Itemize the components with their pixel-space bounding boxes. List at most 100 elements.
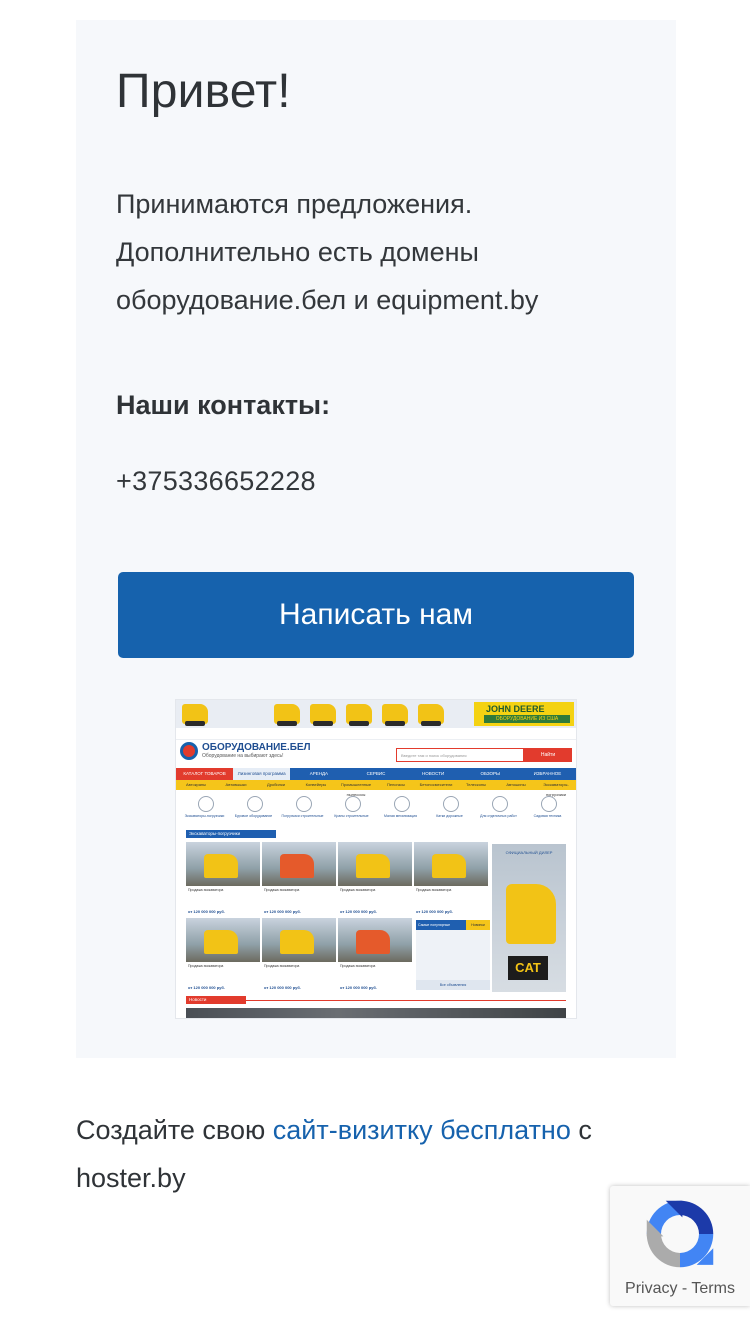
category-icon: Краны строительные bbox=[327, 792, 376, 828]
loader-image bbox=[506, 884, 556, 944]
logo-tagline: Оборудование на выбирают здесь! bbox=[202, 753, 284, 759]
product-price: от 120 000 000 руб. bbox=[416, 909, 453, 914]
free-site-link[interactable]: сайт-визитку бесплатно bbox=[273, 1115, 571, 1145]
machine-icon bbox=[382, 704, 408, 726]
preview-nav-main: КАТАЛОГ ТОВАРОВ Лизинговая программа АРЕ… bbox=[176, 768, 576, 780]
preview-search: Введите там и поиск оборудования bbox=[396, 748, 524, 762]
nav-item: Дробилки bbox=[266, 782, 285, 787]
privacy-link[interactable]: Privacy bbox=[625, 1280, 677, 1297]
machine-icon bbox=[310, 704, 336, 726]
john-deere-ad: JOHN DEERE ОБОРУДОВАНИЕ ИЗ США bbox=[474, 702, 574, 726]
nav-item: АРЕНДА bbox=[309, 771, 328, 776]
product-price: от 120 000 000 руб. bbox=[340, 909, 377, 914]
logo-name: ОБОРУДОВАНИЕ.БЕЛ bbox=[202, 742, 311, 753]
nav-item: СЕРВИС bbox=[366, 771, 386, 776]
nav-item: Конвейеры bbox=[305, 782, 327, 787]
nav-item: НОВОСТИ bbox=[422, 771, 445, 776]
product-card: Продажа экскаватора от 120 000 000 руб. bbox=[338, 842, 412, 916]
category-icon: Буровое оборудование bbox=[229, 792, 278, 828]
product-image bbox=[262, 918, 336, 962]
category-label: Малая механизация bbox=[384, 814, 417, 818]
category-label: Для отделочных работ bbox=[480, 814, 517, 818]
category-icon: Садовая техника bbox=[523, 792, 572, 828]
preview-nav-secondary: Автокраны Автовышки Дробилки Конвейеры П… bbox=[176, 780, 576, 797]
product-image bbox=[338, 918, 412, 962]
website-screenshot: JOHN DEERE ОБОРУДОВАНИЕ ИЗ США ОБОРУДОВА… bbox=[176, 700, 576, 1018]
product-image bbox=[262, 842, 336, 886]
recaptcha-icon bbox=[646, 1200, 714, 1268]
product-price: от 120 000 000 руб. bbox=[264, 985, 301, 990]
write-us-button[interactable]: Написать нам bbox=[118, 572, 634, 658]
category-label: Погрузчики строительные bbox=[281, 814, 324, 818]
product-card: Продажа экскаватора от 120 000 000 руб. bbox=[338, 918, 412, 992]
product-price: от 120 000 000 руб. bbox=[188, 909, 225, 914]
recaptcha-badge[interactable]: Privacy - Terms bbox=[610, 1186, 750, 1306]
category-label: Буровое оборудование bbox=[234, 814, 273, 818]
preview-banner: JOHN DEERE ОБОРУДОВАНИЕ ИЗ США bbox=[176, 700, 576, 728]
category-label: Экскаваторы-погрузчики bbox=[184, 814, 225, 818]
product-image bbox=[186, 842, 260, 886]
category-label: Катки дорожные bbox=[436, 814, 463, 818]
nav-item: Бетоносмесители bbox=[419, 782, 453, 787]
preview-news-title: Новости bbox=[186, 996, 246, 1004]
category-icon: Погрузчики строительные bbox=[278, 792, 327, 828]
ad-brand: JOHN DEERE bbox=[486, 704, 545, 714]
product-title: Продажа экскаватора bbox=[188, 888, 224, 892]
product-title: Продажа экскаватора bbox=[416, 888, 452, 892]
product-title: Продажа экскаватора bbox=[340, 964, 376, 968]
preview-news-strip bbox=[186, 1008, 566, 1018]
product-price: от 120 000 000 руб. bbox=[340, 985, 377, 990]
nav-item: Лизинговая программа bbox=[233, 768, 291, 780]
contacts-heading: Наши контакты: bbox=[116, 390, 331, 420]
preview-cat-ad: ОФИЦИАЛЬНЫЙ ДИЛЕР CAT bbox=[492, 844, 566, 992]
product-title: Продажа экскаватора bbox=[264, 888, 300, 892]
ad-tagline: ОБОРУДОВАНИЕ ИЗ США bbox=[484, 715, 570, 723]
terms-link[interactable]: Terms bbox=[691, 1280, 735, 1297]
preview-topline bbox=[176, 730, 576, 740]
nav-item: Промышленные пылесосы bbox=[340, 782, 372, 797]
product-title: Продажа экскаватора bbox=[264, 964, 300, 968]
product-card: Продажа экскаватора от 120 000 000 руб. bbox=[262, 842, 336, 916]
nav-item: ИЗБРАННОЕ bbox=[533, 771, 562, 776]
machine-icon bbox=[346, 704, 372, 726]
nav-item: КАТАЛОГ ТОВАРОВ bbox=[176, 768, 234, 780]
product-image bbox=[338, 842, 412, 886]
preview-popular-box: Самые популярные Новинки Все объявления bbox=[416, 920, 490, 990]
popular-footer: Все объявления bbox=[416, 980, 490, 990]
preview-search-button: Найти bbox=[524, 748, 572, 762]
category-icon: Малая механизация bbox=[376, 792, 425, 828]
nav-item: Автошины bbox=[506, 782, 526, 787]
logo-mark-icon bbox=[180, 742, 198, 760]
cat-logo: CAT bbox=[508, 956, 548, 980]
nav-item: Автокраны bbox=[186, 782, 206, 787]
nav-item: Пеногасы bbox=[386, 782, 405, 787]
content-card: Привет! Принимаются предложения. Дополни… bbox=[76, 20, 676, 1058]
product-title: Продажа экскаватора bbox=[340, 888, 376, 892]
product-image bbox=[186, 918, 260, 962]
category-icon: Катки дорожные bbox=[425, 792, 474, 828]
product-card: Продажа экскаватора от 120 000 000 руб. bbox=[186, 842, 260, 916]
preview-section-title: Экскаваторы-погрузчики bbox=[186, 830, 276, 838]
preview-categories: Экскаваторы-погрузчики Буровое оборудова… bbox=[180, 792, 572, 828]
preview-logo: ОБОРУДОВАНИЕ.БЕЛ Оборудование на выбираю… bbox=[180, 742, 311, 762]
category-icon: Для отделочных работ bbox=[474, 792, 523, 828]
category-icon: Экскаваторы-погрузчики bbox=[180, 792, 229, 828]
popular-tag: Новинки bbox=[466, 920, 490, 930]
machine-icon bbox=[182, 704, 208, 726]
nav-item: Автовышки bbox=[225, 782, 247, 787]
product-card: Продажа экскаватора от 120 000 000 руб. bbox=[262, 918, 336, 992]
product-image bbox=[414, 842, 488, 886]
product-card: Продажа экскаватора от 120 000 000 руб. bbox=[414, 842, 488, 916]
product-price: от 120 000 000 руб. bbox=[188, 985, 225, 990]
footer-text: Создайте свою сайт-визитку бесплатно с h… bbox=[76, 1106, 676, 1202]
nav-item: Телескопы bbox=[466, 782, 486, 787]
footer-prefix: Создайте свою bbox=[76, 1115, 266, 1145]
product-price: от 120 000 000 руб. bbox=[264, 909, 301, 914]
recaptcha-separator: - bbox=[681, 1280, 688, 1297]
machine-icon bbox=[418, 704, 444, 726]
nav-item: Экскаваторы-погрузчики bbox=[543, 782, 569, 797]
machine-icon bbox=[274, 704, 300, 726]
page-title: Привет! bbox=[116, 65, 291, 118]
category-label: Садовая техника bbox=[533, 814, 562, 818]
phone-number[interactable]: +375336652228 bbox=[116, 466, 316, 497]
